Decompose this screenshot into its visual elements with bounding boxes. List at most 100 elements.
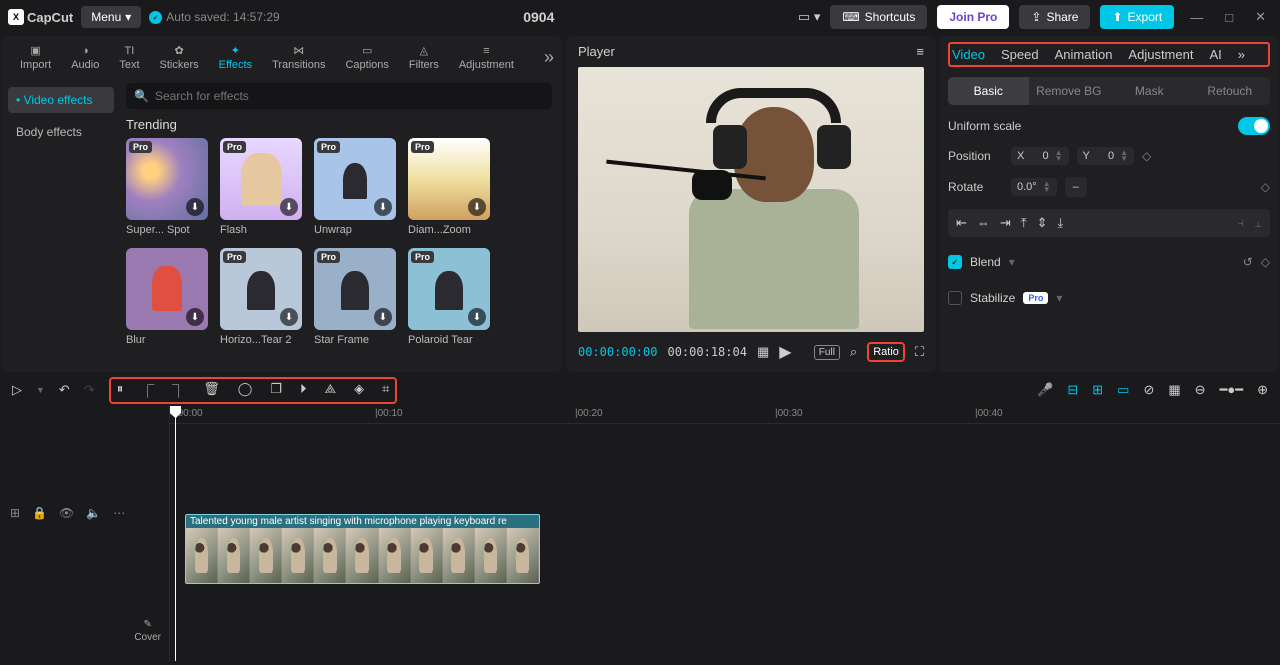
insp-tab-video[interactable]: Video [952, 47, 985, 62]
full-button[interactable]: Full [814, 345, 840, 360]
align-left-icon[interactable]: ⇤ [956, 215, 967, 231]
track-option-icon[interactable]: ⊘ [1143, 382, 1154, 398]
track-mute-icon[interactable]: 🔈 [86, 506, 101, 520]
effect-card[interactable]: Pro⬇Flash [220, 138, 302, 236]
align-top-icon[interactable]: ⤒ [1021, 215, 1027, 231]
playhead[interactable] [175, 406, 176, 661]
tab-audio[interactable]: ◑Audio [61, 41, 109, 75]
download-icon[interactable]: ⬇ [186, 198, 204, 216]
rotate-dial[interactable]: – [1065, 177, 1087, 197]
subtab-mask[interactable]: Mask [1109, 77, 1190, 105]
tool-tabs-overflow[interactable]: » [544, 47, 554, 68]
insp-tab-ai[interactable]: AI [1209, 47, 1221, 62]
timeline-ruler[interactable]: |00:00|00:10|00:20|00:30|00:40 [170, 406, 1280, 424]
tab-import[interactable]: ▣Import [10, 40, 61, 75]
track-more-icon[interactable]: ⋯ [113, 506, 125, 520]
window-minimize[interactable]: — [1184, 10, 1209, 25]
voiceover-icon[interactable]: 🎤 [1037, 382, 1053, 398]
download-icon[interactable]: ⬇ [468, 198, 486, 216]
align-center-v-icon[interactable]: ⇕ [1037, 215, 1048, 231]
position-x-input[interactable]: X 0▲▼ [1011, 147, 1069, 165]
join-pro-button[interactable]: Join Pro [937, 5, 1009, 29]
blend-reset-icon[interactable]: ↺ [1243, 255, 1253, 269]
rotate-icon[interactable]: ◈ [354, 381, 364, 400]
share-button[interactable]: ⇪Share [1019, 5, 1090, 29]
window-close[interactable]: ✕ [1249, 9, 1272, 25]
blend-keyframe[interactable]: ◇ [1261, 255, 1270, 269]
crop-icon[interactable]: ⌗ [382, 381, 389, 400]
shortcuts-button[interactable]: ⌨Shortcuts [830, 5, 927, 29]
effect-card[interactable]: Pro⬇Polaroid Tear [408, 248, 490, 346]
tab-filters[interactable]: ◬Filters [399, 40, 449, 75]
zoom-in-icon[interactable]: ⊕ [1257, 382, 1268, 398]
ratio-button[interactable]: Ratio [867, 342, 905, 362]
pointer-tool-icon[interactable]: ▷ [12, 382, 22, 398]
stabilize-checkbox[interactable] [948, 291, 962, 305]
effect-card[interactable]: Pro⬇Super... Spot [126, 138, 208, 236]
player-viewport[interactable] [578, 67, 924, 332]
delete-icon[interactable]: 🗑 [203, 381, 220, 400]
window-maximize[interactable]: □ [1219, 10, 1239, 25]
blend-checkbox[interactable]: ✓ [948, 255, 962, 269]
preview-icon[interactable]: ▭ [1117, 382, 1129, 398]
zoom-out-icon[interactable]: ⊖ [1195, 382, 1206, 398]
linked-icon[interactable]: ⊞ [1092, 382, 1103, 398]
position-keyframe[interactable]: ◇ [1142, 149, 1151, 163]
download-icon[interactable]: ⬇ [374, 308, 392, 326]
track-add-icon[interactable]: ⊞ [10, 506, 20, 520]
split-icon[interactable]: ⏸ [117, 381, 124, 400]
fullscreen-icon[interactable]: ⛶ [915, 344, 924, 360]
mirror-icon[interactable]: ⟁ [325, 381, 337, 400]
tab-text[interactable]: TIText [109, 41, 149, 75]
align-right-icon[interactable]: ⇥ [1000, 215, 1011, 231]
download-icon[interactable]: ⬇ [280, 198, 298, 216]
project-title[interactable]: 0904 [288, 9, 790, 25]
grid-icon[interactable]: ▦ [757, 344, 769, 360]
play-button[interactable]: ▶ [779, 342, 791, 362]
track-visibility-icon[interactable]: 👁 [59, 506, 74, 520]
rotate-input[interactable]: 0.0°▲▼ [1011, 178, 1057, 196]
subtab-retouch[interactable]: Retouch [1190, 77, 1271, 105]
tab-captions[interactable]: ▭Captions [335, 40, 398, 75]
trim-right-icon[interactable]: ⏋ [172, 381, 185, 400]
menu-button[interactable]: Menu▾ [81, 6, 141, 28]
effect-card[interactable]: ⬇Blur [126, 248, 208, 346]
cover-button[interactable]: ✎Cover [134, 619, 161, 643]
tab-effects[interactable]: ✦Effects [209, 40, 262, 75]
align-center-h-icon[interactable]: ⇔ [977, 215, 990, 231]
timeline-tracks[interactable]: |00:00|00:10|00:20|00:30|00:40 Talented … [170, 406, 1280, 661]
undo-button[interactable]: ↶ [59, 382, 70, 398]
speed-icon[interactable]: ⏵ [300, 381, 307, 400]
uniform-scale-toggle[interactable] [1238, 117, 1270, 135]
duplicate-icon[interactable]: ❐ [270, 381, 282, 400]
download-icon[interactable]: ⬇ [280, 308, 298, 326]
download-icon[interactable]: ⬇ [468, 308, 486, 326]
insp-tab-speed[interactable]: Speed [1001, 47, 1039, 62]
subtab-body-effects[interactable]: Body effects [8, 119, 114, 145]
tab-transitions[interactable]: ⋈Transitions [262, 40, 335, 75]
subtab-basic[interactable]: Basic [948, 77, 1029, 105]
rotate-keyframe[interactable]: ◇ [1261, 180, 1270, 194]
align-bottom-icon[interactable]: ⤓ [1057, 215, 1063, 231]
video-clip[interactable]: Talented young male artist singing with … [185, 514, 540, 584]
marker-icon[interactable]: ◯ [238, 381, 253, 400]
export-button[interactable]: ⬆Export [1100, 5, 1174, 29]
download-icon[interactable]: ⬇ [186, 308, 204, 326]
insp-tab-overflow[interactable]: » [1238, 47, 1245, 62]
position-y-input[interactable]: Y 0▲▼ [1077, 147, 1135, 165]
subtab-video-effects[interactable]: • Video effects [8, 87, 114, 113]
tab-stickers[interactable]: ✿Stickers [150, 40, 209, 75]
effect-card[interactable]: Pro⬇Unwrap [314, 138, 396, 236]
zoom-slider[interactable]: ━●━ [1220, 382, 1244, 398]
effect-card[interactable]: Pro⬇Diam...Zoom [408, 138, 490, 236]
insp-tab-adjustment[interactable]: Adjustment [1128, 47, 1193, 62]
effect-card[interactable]: Pro⬇Star Frame [314, 248, 396, 346]
tab-adjustment[interactable]: ≡Adjustment [449, 41, 524, 75]
trim-left-icon[interactable]: ⎾ [141, 381, 154, 400]
search-input[interactable]: 🔍 [126, 83, 552, 109]
effect-card[interactable]: Pro⬇Horizo...Tear 2 [220, 248, 302, 346]
subtab-removebg[interactable]: Remove BG [1029, 77, 1110, 105]
insp-tab-animation[interactable]: Animation [1055, 47, 1113, 62]
focus-icon[interactable]: ⌕ [850, 344, 857, 360]
ratio-preset-icon[interactable]: ▭ ▾ [798, 9, 820, 25]
